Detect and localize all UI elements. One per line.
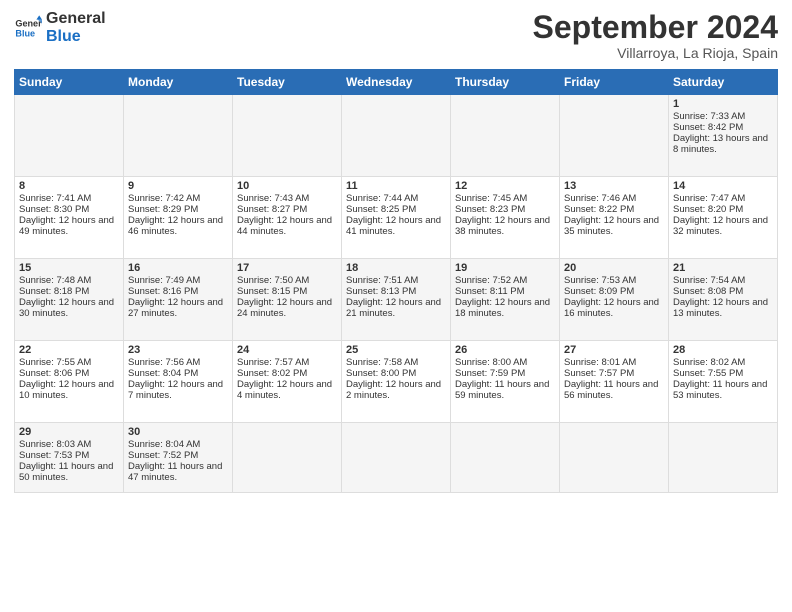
page: General Blue General Blue September 2024…	[0, 0, 792, 612]
table-row: 10Sunrise: 7:43 AMSunset: 8:27 PMDayligh…	[233, 177, 342, 259]
title-block: September 2024 Villarroya, La Rioja, Spa…	[533, 10, 778, 61]
svg-text:Blue: Blue	[15, 28, 35, 38]
table-row	[451, 95, 560, 177]
logo-general: General	[46, 10, 106, 28]
col-sunday: Sunday	[15, 70, 124, 95]
logo-icon: General Blue	[14, 14, 42, 42]
table-row: 8Sunrise: 7:41 AMSunset: 8:30 PMDaylight…	[15, 177, 124, 259]
month-title: September 2024	[533, 10, 778, 45]
col-wednesday: Wednesday	[342, 70, 451, 95]
calendar-row: 22Sunrise: 7:55 AMSunset: 8:06 PMDayligh…	[15, 341, 778, 423]
table-row: 13Sunrise: 7:46 AMSunset: 8:22 PMDayligh…	[560, 177, 669, 259]
table-row: 17Sunrise: 7:50 AMSunset: 8:15 PMDayligh…	[233, 259, 342, 341]
calendar-row: 8Sunrise: 7:41 AMSunset: 8:30 PMDaylight…	[15, 177, 778, 259]
table-row: 1Sunrise: 7:33 AMSunset: 8:42 PMDaylight…	[669, 95, 778, 177]
table-row: 19Sunrise: 7:52 AMSunset: 8:11 PMDayligh…	[451, 259, 560, 341]
calendar-table: Sunday Monday Tuesday Wednesday Thursday…	[14, 69, 778, 493]
table-row: 21Sunrise: 7:54 AMSunset: 8:08 PMDayligh…	[669, 259, 778, 341]
table-row	[342, 95, 451, 177]
table-row	[451, 423, 560, 493]
table-row	[233, 95, 342, 177]
table-row: 11Sunrise: 7:44 AMSunset: 8:25 PMDayligh…	[342, 177, 451, 259]
table-row: 22Sunrise: 7:55 AMSunset: 8:06 PMDayligh…	[15, 341, 124, 423]
table-row: 24Sunrise: 7:57 AMSunset: 8:02 PMDayligh…	[233, 341, 342, 423]
table-row: 12Sunrise: 7:45 AMSunset: 8:23 PMDayligh…	[451, 177, 560, 259]
calendar-row: 15Sunrise: 7:48 AMSunset: 8:18 PMDayligh…	[15, 259, 778, 341]
table-row: 20Sunrise: 7:53 AMSunset: 8:09 PMDayligh…	[560, 259, 669, 341]
calendar-row: 29Sunrise: 8:03 AMSunset: 7:53 PMDayligh…	[15, 423, 778, 493]
location-subtitle: Villarroya, La Rioja, Spain	[533, 45, 778, 61]
calendar-row: 1Sunrise: 7:33 AMSunset: 8:42 PMDaylight…	[15, 95, 778, 177]
table-row	[342, 423, 451, 493]
table-row: 18Sunrise: 7:51 AMSunset: 8:13 PMDayligh…	[342, 259, 451, 341]
table-row: 25Sunrise: 7:58 AMSunset: 8:00 PMDayligh…	[342, 341, 451, 423]
table-row: 9Sunrise: 7:42 AMSunset: 8:29 PMDaylight…	[124, 177, 233, 259]
col-saturday: Saturday	[669, 70, 778, 95]
logo-blue: Blue	[46, 28, 106, 46]
table-row: 16Sunrise: 7:49 AMSunset: 8:16 PMDayligh…	[124, 259, 233, 341]
table-row: 15Sunrise: 7:48 AMSunset: 8:18 PMDayligh…	[15, 259, 124, 341]
header: General Blue General Blue September 2024…	[14, 10, 778, 61]
table-row: 28Sunrise: 8:02 AMSunset: 7:55 PMDayligh…	[669, 341, 778, 423]
col-friday: Friday	[560, 70, 669, 95]
logo: General Blue General Blue	[14, 10, 106, 45]
table-row	[233, 423, 342, 493]
col-monday: Monday	[124, 70, 233, 95]
table-row	[560, 95, 669, 177]
table-row	[669, 423, 778, 493]
col-thursday: Thursday	[451, 70, 560, 95]
table-row: 23Sunrise: 7:56 AMSunset: 8:04 PMDayligh…	[124, 341, 233, 423]
table-row	[560, 423, 669, 493]
table-row	[124, 95, 233, 177]
table-row: 30Sunrise: 8:04 AMSunset: 7:52 PMDayligh…	[124, 423, 233, 493]
table-row: 29Sunrise: 8:03 AMSunset: 7:53 PMDayligh…	[15, 423, 124, 493]
svg-text:General: General	[15, 18, 42, 28]
table-row: 14Sunrise: 7:47 AMSunset: 8:20 PMDayligh…	[669, 177, 778, 259]
table-row: 26Sunrise: 8:00 AMSunset: 7:59 PMDayligh…	[451, 341, 560, 423]
col-tuesday: Tuesday	[233, 70, 342, 95]
header-row: Sunday Monday Tuesday Wednesday Thursday…	[15, 70, 778, 95]
table-row: 27Sunrise: 8:01 AMSunset: 7:57 PMDayligh…	[560, 341, 669, 423]
table-row	[15, 95, 124, 177]
